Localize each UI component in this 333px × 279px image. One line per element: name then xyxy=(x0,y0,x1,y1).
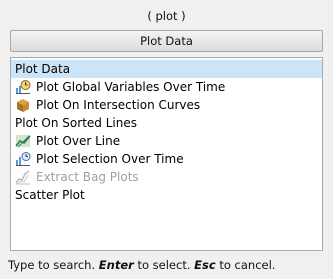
list-item-label: Plot Data xyxy=(15,62,71,76)
list-item-plot-selection-over-time[interactable]: Plot Selection Over Time xyxy=(11,150,322,168)
list-item-label: Plot Over Line xyxy=(36,134,121,148)
list-item-plot-data[interactable]: Plot Data xyxy=(11,60,322,78)
list-item-plot-on-intersection-curves[interactable]: Plot On Intersection Curves xyxy=(11,96,322,114)
status-esc-text: to cancel. xyxy=(219,258,276,272)
clock-chart-icon xyxy=(15,79,31,95)
status-hint: Type to search. Enter to select. Esc to … xyxy=(8,258,275,272)
window-title: ( plot ) xyxy=(147,9,186,23)
bag-plot-icon xyxy=(15,169,31,185)
list-item-label: Plot Selection Over Time xyxy=(36,152,184,166)
list-item-label: Plot On Sorted Lines xyxy=(15,116,137,130)
list-item-label: Extract Bag Plots xyxy=(36,170,139,184)
box-icon xyxy=(15,97,31,113)
line-plot-icon xyxy=(15,133,31,149)
status-prefix: Type to search. xyxy=(8,258,96,272)
filter-label-button[interactable]: Plot Data xyxy=(10,30,323,52)
filter-list[interactable]: Plot Data Plot Global Variables Over Tim… xyxy=(10,57,323,251)
list-item-label: Plot Global Variables Over Time xyxy=(36,80,226,94)
status-enter-text: to select. xyxy=(137,258,191,272)
list-item-plot-over-line[interactable]: Plot Over Line xyxy=(11,132,322,150)
list-item-plot-global-variables-over-time[interactable]: Plot Global Variables Over Time xyxy=(11,78,322,96)
status-esc-key: Esc xyxy=(194,258,216,272)
list-item-plot-on-sorted-lines[interactable]: Plot On Sorted Lines xyxy=(11,114,322,132)
quick-launch-window: ( plot ) Plot Data Plot Data Plot Global… xyxy=(0,0,333,279)
selection-time-icon xyxy=(15,151,31,167)
list-item-scatter-plot[interactable]: Scatter Plot xyxy=(11,186,322,204)
status-enter-key: Enter xyxy=(98,258,134,272)
list-item-extract-bag-plots: Extract Bag Plots xyxy=(11,168,322,186)
list-item-label: Scatter Plot xyxy=(15,188,85,202)
list-item-label: Plot On Intersection Curves xyxy=(36,98,201,112)
